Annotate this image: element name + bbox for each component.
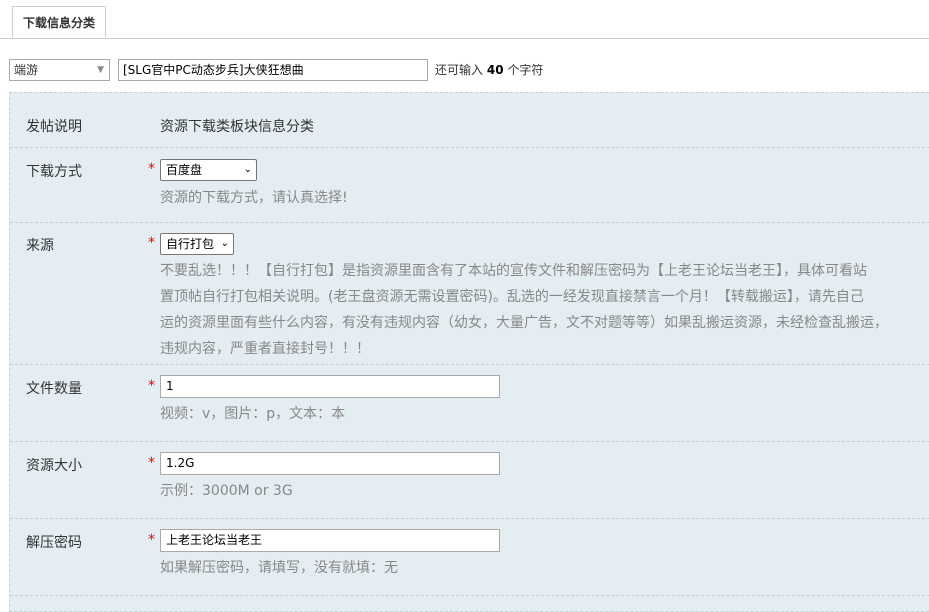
size-row: 资源大小 * 1.2G 示例：3000M or 3G (10, 442, 929, 519)
password-input[interactable]: 上老王论坛当老王 (160, 529, 500, 552)
password-label: 解压密码 (26, 535, 82, 551)
password-row: 解压密码 * 上老王论坛当老王 如果解压密码，请填写，没有就填：无 (10, 519, 929, 596)
size-input[interactable]: 1.2G (160, 452, 500, 475)
required-mark: * (148, 455, 155, 471)
category-select-value: 端游 (14, 63, 39, 77)
source-row: 来源 * 自行打包 ⌄ 不要乱选！！！【自行打包】是指资源里面含有了本站的宣传文… (10, 223, 929, 365)
size-label: 资源大小 (26, 458, 82, 474)
counter-suffix: 个字符 (507, 63, 544, 77)
tab-bar: 下载信息分类 (0, 0, 929, 39)
title-input[interactable]: [SLG官中PC动态步兵]大侠狂想曲 (118, 59, 428, 81)
download-method-selected: 百度盘 (166, 163, 203, 177)
chevron-down-icon: ⌄ (243, 164, 252, 175)
file-count-input[interactable]: 1 (160, 375, 500, 398)
file-count-row: 文件数量 * 1 视频：v，图片：p，文本：本 (10, 365, 929, 442)
notice-row: 发帖说明 资源下载类板块信息分类 (10, 93, 929, 148)
source-hint-line: 不要乱选！！！【自行打包】是指资源里面含有了本站的宣传文件和解压密码为【上老王论… (160, 263, 867, 279)
source-selected: 自行打包 (166, 237, 215, 251)
notice-label: 发帖说明 (26, 119, 82, 135)
char-counter: 还可输入 40 个字符 (435, 59, 543, 81)
password-hint: 如果解压密码，请填写，没有就填：无 (160, 560, 398, 576)
size-hint: 示例：3000M or 3G (160, 483, 293, 499)
tab-download-info[interactable]: 下载信息分类 (12, 6, 106, 38)
counter-number: 40 (486, 63, 504, 77)
source-hint-line: 置顶帖自行打包相关说明。(老王盘资源无需设置密码)。乱选的一经发现直接禁言一个月… (160, 289, 864, 305)
download-method-select[interactable]: 百度盘 ⌄ (160, 159, 257, 181)
file-count-hint: 视频：v，图片：p，文本：本 (160, 406, 346, 422)
required-mark: * (148, 532, 155, 548)
form-panel: 发帖说明 资源下载类板块信息分类 下载方式 * 百度盘 ⌄ 资源的下载方式，请认… (9, 92, 929, 612)
required-mark: * (148, 378, 155, 394)
chevron-down-icon: ⌄ (220, 238, 229, 249)
file-count-label: 文件数量 (26, 381, 82, 397)
required-mark: * (148, 161, 155, 177)
download-method-row: 下载方式 * 百度盘 ⌄ 资源的下载方式，请认真选择! (10, 148, 929, 223)
source-label: 来源 (26, 238, 54, 254)
notice-value: 资源下载类板块信息分类 (160, 119, 314, 135)
source-hint-line: 运的资源里面有些什么内容，有没有违规内容（幼女，大量广告，文不对题等等）如果乱搬… (160, 315, 888, 331)
download-method-hint: 资源的下载方式，请认真选择! (160, 190, 348, 206)
source-hint-line: 违规内容，严重者直接封号！！！ (160, 341, 370, 357)
required-mark: * (148, 235, 155, 251)
source-select[interactable]: 自行打包 ⌄ (160, 233, 234, 255)
title-row: 端游 ▼ [SLG官中PC动态步兵]大侠狂想曲 还可输入 40 个字符 (9, 59, 929, 83)
chevron-down-icon: ▼ (97, 65, 104, 75)
category-select[interactable]: 端游 ▼ (9, 59, 110, 81)
source-hint: 不要乱选！！！【自行打包】是指资源里面含有了本站的宣传文件和解压密码为【上老王论… (160, 258, 929, 362)
counter-prefix: 还可输入 (435, 63, 484, 77)
download-method-label: 下载方式 (26, 164, 82, 180)
